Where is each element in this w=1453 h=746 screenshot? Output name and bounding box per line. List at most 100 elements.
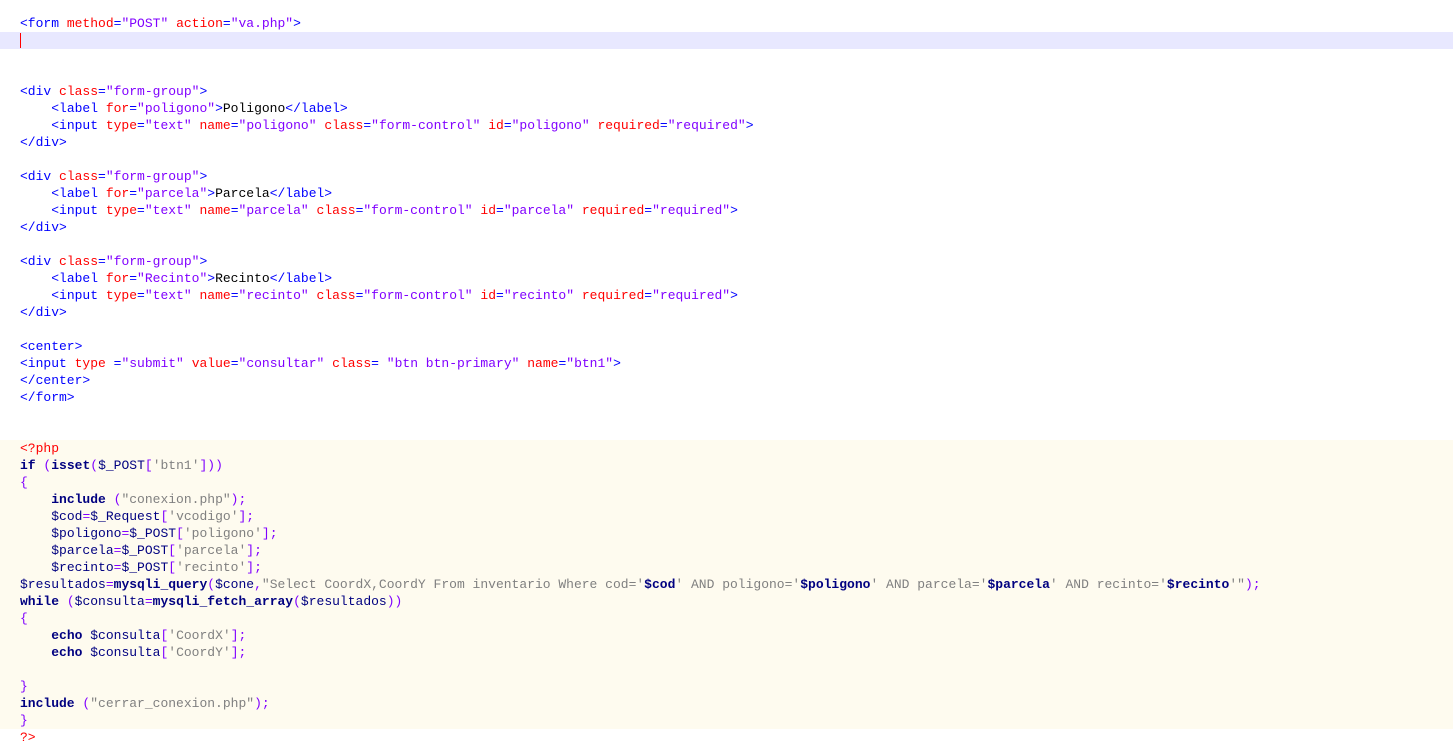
code-line[interactable] (0, 236, 1453, 253)
code-token: </label> (285, 101, 348, 116)
code-token: include (51, 492, 106, 507)
code-token: "text" (144, 288, 192, 303)
code-line[interactable]: $resultados=mysqli_query($cone,"Select C… (0, 576, 1453, 593)
code-token: "text" (144, 118, 192, 133)
code-line[interactable]: ?> (0, 729, 1453, 746)
code-token: "parcela" (238, 203, 309, 218)
code-line[interactable] (0, 151, 1453, 168)
code-token: > (207, 271, 216, 286)
code-token: ' AND recinto=' (1049, 577, 1167, 592)
code-line[interactable]: <label for="poligono">Poligono</label> (0, 100, 1453, 117)
code-token: mysqli_query (113, 577, 208, 592)
code-line[interactable]: <label for="parcela">Parcela</label> (0, 185, 1453, 202)
code-line[interactable]: <input type ="submit" value="consultar" … (0, 355, 1453, 372)
text-caret (20, 33, 21, 48)
code-token: { (20, 611, 28, 626)
code-line[interactable]: } (0, 712, 1453, 729)
code-token: value (191, 356, 231, 371)
code-line[interactable]: $poligono=$_POST['poligono']; (0, 525, 1453, 542)
code-line[interactable]: $cod=$_Request['vcodigo']; (0, 508, 1453, 525)
code-line[interactable]: include ("cerrar_conexion.php"); (0, 695, 1453, 712)
code-token: $_POST (129, 526, 177, 541)
code-line[interactable]: include ("conexion.php"); (0, 491, 1453, 508)
code-token: <label (51, 186, 106, 201)
code-token: ]; (246, 543, 262, 558)
code-line[interactable]: if (isset($_POST['btn1'])) (0, 457, 1453, 474)
code-line[interactable]: </center> (0, 372, 1453, 389)
code-token: Recinto (215, 271, 270, 286)
code-line[interactable]: echo $consulta['CoordY']; (0, 644, 1453, 661)
code-line[interactable]: <?php (0, 440, 1453, 457)
code-line[interactable] (0, 49, 1453, 66)
code-token: 'vcodigo' (168, 509, 239, 524)
code-line[interactable]: <label for="Recinto">Recinto</label> (0, 270, 1453, 287)
code-line[interactable] (0, 406, 1453, 423)
code-line[interactable] (0, 32, 1453, 49)
code-token: = (496, 288, 504, 303)
code-token: = (644, 288, 653, 303)
code-token: > (199, 84, 208, 99)
code-line[interactable]: echo $consulta['CoordX']; (0, 627, 1453, 644)
code-token: <div (20, 169, 60, 184)
code-token: mysqli_fetch_array (152, 594, 294, 609)
code-line[interactable]: while ($consulta=mysqli_fetch_array($res… (0, 593, 1453, 610)
code-token: = (659, 118, 668, 133)
code-token: "POST" (121, 16, 169, 31)
code-line[interactable]: <center> (0, 338, 1453, 355)
code-line[interactable]: <input type="text" name="recinto" class=… (0, 287, 1453, 304)
code-line[interactable] (0, 66, 1453, 83)
code-token: </div> (20, 305, 67, 320)
code-line[interactable]: <input type="text" name="poligono" class… (0, 117, 1453, 134)
code-token: "submit" (121, 356, 184, 371)
code-token: $cone (215, 577, 255, 592)
code-token: "recinto" (503, 288, 575, 303)
code-line[interactable]: <div class="form-group"> (0, 168, 1453, 185)
code-token: </label> (269, 186, 333, 201)
code-token: = (98, 254, 106, 269)
code-editor[interactable]: <form method="POST" action="va.php"> <div… (0, 15, 1453, 746)
code-token: $_Request (90, 509, 161, 524)
code-line[interactable] (0, 321, 1453, 338)
code-token: , (254, 577, 262, 592)
code-line[interactable]: </div> (0, 219, 1453, 236)
code-token: } (20, 713, 28, 728)
code-line[interactable] (0, 661, 1453, 678)
code-token: echo (51, 628, 83, 643)
code-token: ]; (230, 645, 247, 660)
code-token: "btn btn-primary" (386, 356, 520, 371)
code-token: 'CoordX' (168, 628, 231, 643)
code-token: echo (51, 645, 83, 660)
code-line[interactable]: $parcela=$_POST['parcela']; (0, 542, 1453, 559)
code-line[interactable]: { (0, 474, 1453, 491)
code-token: <input (51, 203, 106, 218)
code-token: $recinto (51, 560, 114, 575)
code-token: ' AND parcela=' (870, 577, 988, 592)
code-token: ?> (20, 730, 36, 745)
code-line[interactable]: </form> (0, 389, 1453, 406)
code-token: Poligono (222, 101, 286, 116)
code-line[interactable]: { (0, 610, 1453, 627)
code-token: ( (293, 594, 301, 609)
code-line[interactable]: <input type="text" name="parcela" class=… (0, 202, 1453, 219)
code-token: <input (20, 356, 75, 371)
code-line[interactable] (0, 423, 1453, 440)
code-token: id (480, 288, 497, 303)
code-token: "form-group" (105, 84, 200, 99)
code-line[interactable]: </div> (0, 134, 1453, 151)
code-token: ); (1244, 577, 1261, 592)
code-line[interactable]: <form method="POST" action="va.php"> (0, 15, 1453, 32)
code-token: class (324, 118, 364, 133)
code-line[interactable]: } (0, 678, 1453, 695)
code-line[interactable]: $recinto=$_POST['recinto']; (0, 559, 1453, 576)
code-line[interactable]: </div> (0, 304, 1453, 321)
code-token: </form> (20, 390, 75, 405)
code-token: = (230, 118, 239, 133)
code-line[interactable]: <div class="form-group"> (0, 83, 1453, 100)
code-token: required (581, 288, 645, 303)
code-line[interactable]: <div class="form-group"> (0, 253, 1453, 270)
code-token: $poligono (51, 526, 122, 541)
